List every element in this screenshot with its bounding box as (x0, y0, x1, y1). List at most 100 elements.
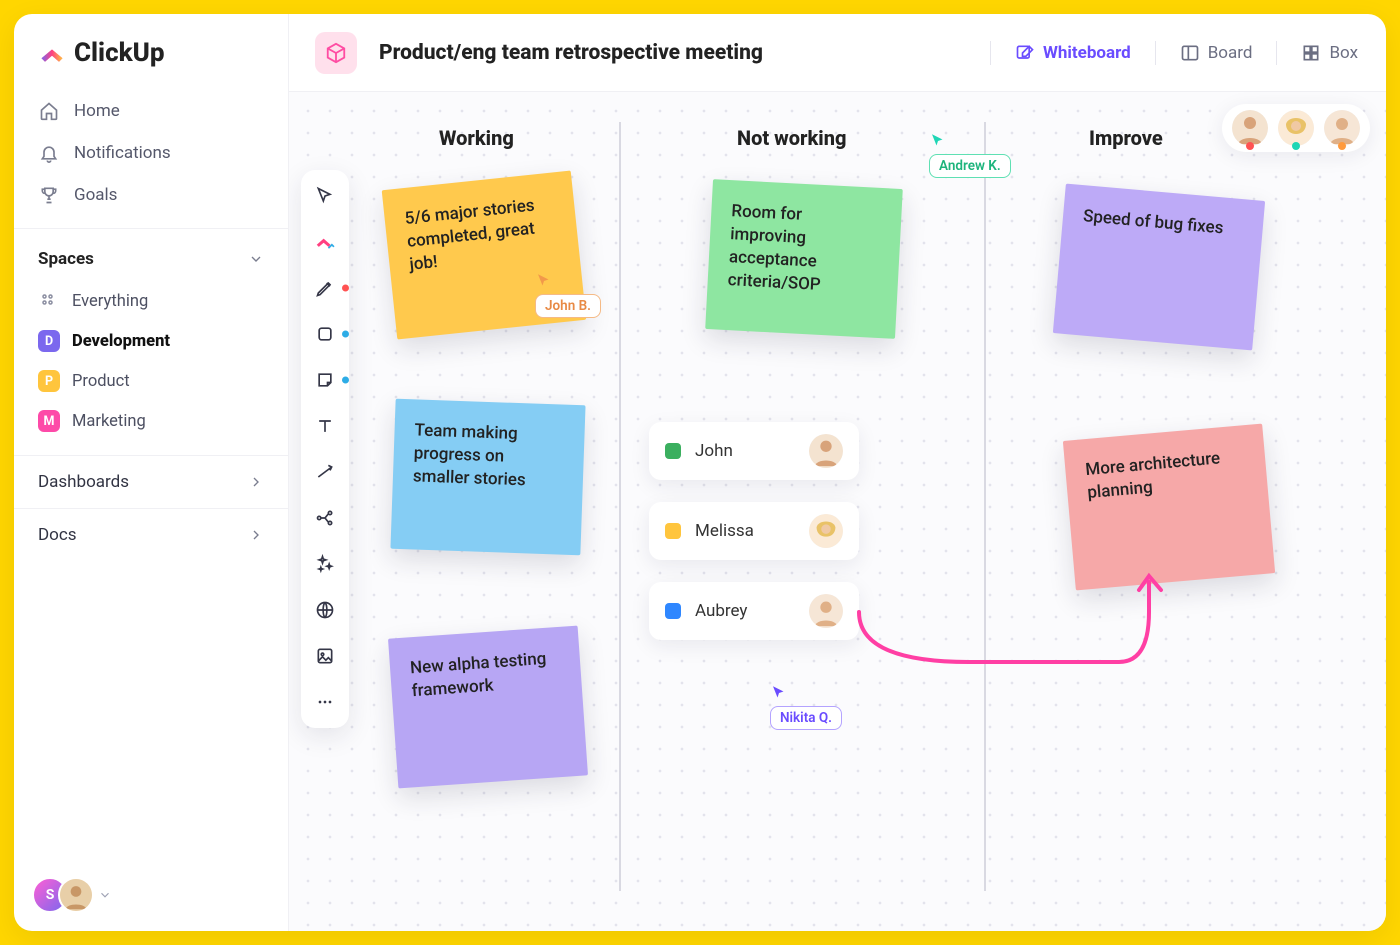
person-card[interactable]: Melissa (649, 502, 859, 560)
spaces-toggle[interactable]: Spaces (14, 243, 288, 275)
chevron-down-icon (248, 251, 264, 267)
chevron-right-icon (248, 474, 264, 490)
tool-mindmap[interactable] (311, 504, 339, 532)
divider (1276, 41, 1277, 65)
sticky-note[interactable]: New alpha testing framework (388, 626, 588, 789)
status-chip (665, 523, 681, 539)
sticky-note[interactable]: Room for improving acceptance criteria/S… (705, 179, 903, 339)
person-card[interactable]: Aubrey (649, 582, 859, 640)
nav-notifications-label: Notifications (74, 143, 171, 163)
connector-arrow[interactable] (849, 572, 1169, 692)
view-whiteboard[interactable]: Whiteboard (1013, 39, 1133, 67)
status-chip (665, 443, 681, 459)
status-chip (665, 603, 681, 619)
spaces-section: Spaces Everything D Development P Produc… (14, 228, 288, 455)
tool-more[interactable] (311, 688, 339, 716)
app-frame: ClickUp Home Notifications Goals Spaces (14, 14, 1386, 931)
presence-dot (1246, 142, 1254, 150)
app-logo[interactable]: ClickUp (14, 14, 288, 86)
col-header-working: Working (439, 126, 514, 150)
nav-notifications[interactable]: Notifications (28, 132, 274, 174)
nav-goals[interactable]: Goals (28, 174, 274, 216)
view-label: Box (1329, 43, 1358, 63)
col-header-improve: Improve (1089, 126, 1163, 150)
person-name: Melissa (695, 521, 754, 541)
collab-avatar[interactable] (1232, 110, 1268, 146)
space-marketing[interactable]: M Marketing (28, 401, 274, 441)
cursor-label: Andrew K. (929, 154, 1011, 178)
sticky-note[interactable]: 5/6 major stories completed, great job! (382, 170, 587, 339)
page-title: Product/eng team retrospective meeting (379, 41, 763, 65)
collab-avatar[interactable] (1324, 110, 1360, 146)
person-avatar (809, 594, 843, 628)
tool-connector[interactable] (311, 458, 339, 486)
nav-goals-label: Goals (74, 185, 117, 205)
main-area: Product/eng team retrospective meeting W… (289, 14, 1386, 931)
space-everything[interactable]: Everything (28, 281, 274, 321)
grid-icon (1301, 43, 1321, 63)
whiteboard-toolbar (301, 170, 349, 728)
page-icon[interactable] (315, 32, 357, 74)
sticky-note[interactable]: Team making progress on smaller stories (390, 399, 585, 556)
person-card[interactable]: John (649, 422, 859, 480)
tool-ai[interactable] (311, 550, 339, 578)
live-cursor-nikita: Nikita Q. (770, 684, 842, 730)
tool-pen[interactable] (311, 274, 339, 302)
sticky-note[interactable]: Speed of bug fixes (1053, 184, 1265, 351)
tool-web[interactable] (311, 596, 339, 624)
home-icon (38, 100, 60, 122)
cursor-label: Nikita Q. (770, 706, 842, 730)
view-board[interactable]: Board (1178, 39, 1255, 67)
space-label: Marketing (72, 412, 146, 431)
profile-cluster[interactable]: S (32, 877, 112, 913)
tool-sticky[interactable] (311, 366, 339, 394)
divider (990, 41, 991, 65)
docs-toggle[interactable]: Docs (14, 508, 288, 561)
cube-icon (325, 42, 347, 64)
nav-home[interactable]: Home (28, 90, 274, 132)
bell-icon (38, 142, 60, 164)
space-development[interactable]: D Development (28, 321, 274, 361)
space-label: Everything (72, 292, 148, 311)
nav-home-label: Home (74, 101, 120, 121)
person-name: Aubrey (695, 601, 747, 621)
dashboards-label: Dashboards (38, 472, 129, 492)
view-box[interactable]: Box (1299, 39, 1360, 67)
spaces-label: Spaces (38, 249, 94, 269)
tool-select[interactable] (311, 182, 339, 210)
space-product[interactable]: P Product (28, 361, 274, 401)
presence-dot (1292, 142, 1300, 150)
whiteboard-canvas[interactable]: Working Not working Improve 5/ (289, 92, 1386, 931)
app-name: ClickUp (74, 38, 165, 68)
dashboards-toggle[interactable]: Dashboards (14, 455, 288, 508)
trophy-icon (38, 184, 60, 206)
tool-clickup[interactable] (311, 228, 339, 256)
col-header-notworking: Not working (737, 126, 846, 150)
profile-avatar-2 (58, 877, 94, 913)
space-label: Product (72, 372, 130, 391)
person-name: John (695, 441, 733, 461)
sidebar: ClickUp Home Notifications Goals Spaces (14, 14, 289, 931)
divider (1155, 41, 1156, 65)
collaborators[interactable] (1222, 104, 1370, 152)
everything-icon (38, 290, 60, 312)
tool-shape[interactable] (311, 320, 339, 348)
whiteboard-icon (1015, 43, 1035, 63)
live-cursor-andrew: Andrew K. (929, 132, 1011, 178)
person-avatar (809, 434, 843, 468)
view-label: Whiteboard (1043, 43, 1131, 63)
chevron-right-icon (248, 527, 264, 543)
docs-label: Docs (38, 525, 77, 545)
collab-avatar[interactable] (1278, 110, 1314, 146)
sticky-note[interactable]: More architecture planning (1063, 424, 1275, 591)
tool-image[interactable] (311, 642, 339, 670)
presence-dot (1338, 142, 1346, 150)
board-icon (1180, 43, 1200, 63)
primary-nav: Home Notifications Goals (14, 86, 288, 228)
chevron-down-icon (98, 888, 112, 902)
space-badge: D (38, 330, 60, 352)
space-badge: P (38, 370, 60, 392)
space-badge: M (38, 410, 60, 432)
tool-text[interactable] (311, 412, 339, 440)
topbar: Product/eng team retrospective meeting W… (289, 14, 1386, 92)
